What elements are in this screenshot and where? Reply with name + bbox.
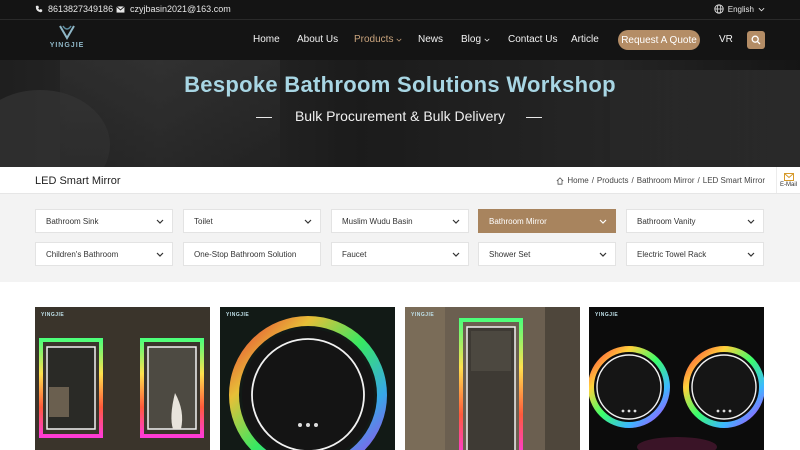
nav-home-label: Home [253, 34, 280, 45]
breadcrumb-products[interactable]: Products [597, 176, 629, 185]
phone-contact[interactable]: 8613827349186 [35, 4, 113, 14]
breadcrumb-separator: / [697, 176, 700, 185]
filter-label: Electric Towel Rack [637, 249, 707, 259]
hero-banner: Bespoke Bathroom Solutions Workshop Bulk… [0, 60, 800, 167]
chevron-down-icon [452, 219, 460, 224]
nav-blog-label: Blog [461, 34, 482, 45]
page-title: LED Smart Mirror [35, 175, 121, 187]
hero-title: Bespoke Bathroom Solutions Workshop [184, 72, 616, 97]
product-card[interactable]: YINGJIE [405, 307, 580, 450]
search-button[interactable] [747, 31, 765, 49]
chevron-down-icon [304, 219, 312, 224]
chevron-down-icon [156, 219, 164, 224]
language-selector[interactable]: English [714, 4, 765, 14]
chevron-down-icon [156, 252, 164, 257]
search-icon [751, 35, 761, 45]
chevron-down-icon [758, 7, 765, 11]
product-card[interactable]: YINGJIE [35, 307, 210, 450]
product-card[interactable]: YINGJIE [589, 307, 764, 450]
filter-label: Toilet [194, 216, 213, 226]
filter-toilet[interactable]: Toilet [183, 209, 321, 233]
breadcrumb: Home / Products / Bathroom Mirror / LED … [556, 176, 765, 185]
filter-faucet[interactable]: Faucet [331, 242, 469, 266]
globe-icon [714, 4, 724, 14]
logo-mark-icon [59, 25, 75, 40]
chevron-down-icon [747, 252, 755, 257]
product-brand-logo: YINGJIE [411, 312, 435, 318]
category-filter-area: Bathroom Sink Toilet Muslim Wudu Basin B… [0, 194, 800, 282]
email-contact[interactable]: czyjbasin2021@163.com [116, 4, 231, 14]
top-bar: 8613827349186 czyjbasin2021@163.com Engl… [0, 0, 800, 20]
filter-label: Bathroom Vanity [637, 216, 696, 226]
nav-blog[interactable]: Blog [461, 34, 490, 45]
request-quote-button[interactable]: Request A Quote [618, 30, 700, 50]
nav-products[interactable]: Products [354, 34, 402, 45]
nav-news-label: News [418, 34, 444, 45]
filter-muslim-wudu-basin[interactable]: Muslim Wudu Basin [331, 209, 469, 233]
filter-shower-set[interactable]: Shower Set [478, 242, 616, 266]
chevron-down-icon [747, 219, 755, 224]
site-header: 8613827349186 czyjbasin2021@163.com Engl… [0, 0, 800, 60]
mail-icon [116, 5, 125, 13]
phone-icon [35, 5, 43, 13]
breadcrumb-bathroom-mirror[interactable]: Bathroom Mirror [637, 176, 695, 185]
product-brand-logo: YINGJIE [41, 312, 65, 318]
filter-bathroom-vanity[interactable]: Bathroom Vanity [626, 209, 764, 233]
nav-article-label: Article [571, 34, 599, 45]
product-image [35, 307, 210, 450]
filter-label: Muslim Wudu Basin [342, 216, 413, 226]
product-image [405, 307, 580, 450]
chevron-down-icon [484, 38, 490, 42]
breadcrumb-current: LED Smart Mirror [702, 176, 765, 185]
filter-label: Bathroom Mirror [489, 216, 547, 226]
product-image [220, 307, 395, 450]
email-side-button[interactable]: E-Mail [776, 167, 800, 193]
phone-number: 8613827349186 [48, 4, 114, 14]
breadcrumb-separator: / [591, 176, 594, 185]
breadcrumb-home[interactable]: Home [567, 176, 588, 185]
filter-bathroom-sink[interactable]: Bathroom Sink [35, 209, 173, 233]
chevron-down-icon [599, 252, 607, 257]
mail-icon [783, 172, 794, 181]
filter-one-stop-bathroom-solution[interactable]: One-Stop Bathroom Solution [183, 242, 321, 266]
filter-label: Children's Bathroom [46, 249, 119, 259]
filter-childrens-bathroom[interactable]: Children's Bathroom [35, 242, 173, 266]
filter-label: One-Stop Bathroom Solution [194, 249, 297, 259]
chevron-down-icon [599, 219, 607, 224]
product-brand-logo: YINGJIE [226, 312, 250, 318]
nav-news[interactable]: News [418, 34, 443, 45]
logo-text: YINGJIE [49, 42, 85, 49]
filter-label: Bathroom Sink [46, 216, 99, 226]
nav-contact-us-label: Contact Us [508, 34, 558, 45]
product-brand-logo: YINGJIE [595, 312, 619, 318]
product-card[interactable]: YINGJIE [220, 307, 395, 450]
filter-electric-towel-rack[interactable]: Electric Towel Rack [626, 242, 764, 266]
page-title-bar: LED Smart Mirror Home / Products / Bathr… [0, 167, 800, 194]
nav-about-us-label: About Us [297, 34, 339, 45]
filter-label: Shower Set [489, 249, 531, 259]
site-logo[interactable]: YINGJIE [44, 24, 90, 52]
email-side-label: E-Mail [779, 181, 797, 188]
language-label: English [727, 4, 754, 14]
nav-products-label: Products [354, 34, 394, 45]
nav-home[interactable]: Home [253, 34, 280, 45]
nav-contact-us[interactable]: Contact Us [508, 34, 557, 45]
filter-bathroom-mirror[interactable]: Bathroom Mirror [478, 209, 616, 233]
home-icon [556, 176, 564, 185]
vr-link[interactable]: VR [719, 34, 733, 45]
email-address: czyjbasin2021@163.com [130, 4, 231, 14]
nav-about-us[interactable]: About Us [297, 34, 338, 45]
nav-article[interactable]: Article [571, 34, 599, 45]
hero-subtitle: Bulk Procurement & Bulk Delivery [294, 108, 506, 124]
chevron-down-icon [452, 252, 460, 257]
hero-divider-right [526, 117, 542, 118]
product-image [589, 307, 764, 450]
breadcrumb-separator: / [631, 176, 634, 185]
chevron-down-icon [396, 38, 402, 42]
filter-label: Faucet [342, 249, 367, 259]
